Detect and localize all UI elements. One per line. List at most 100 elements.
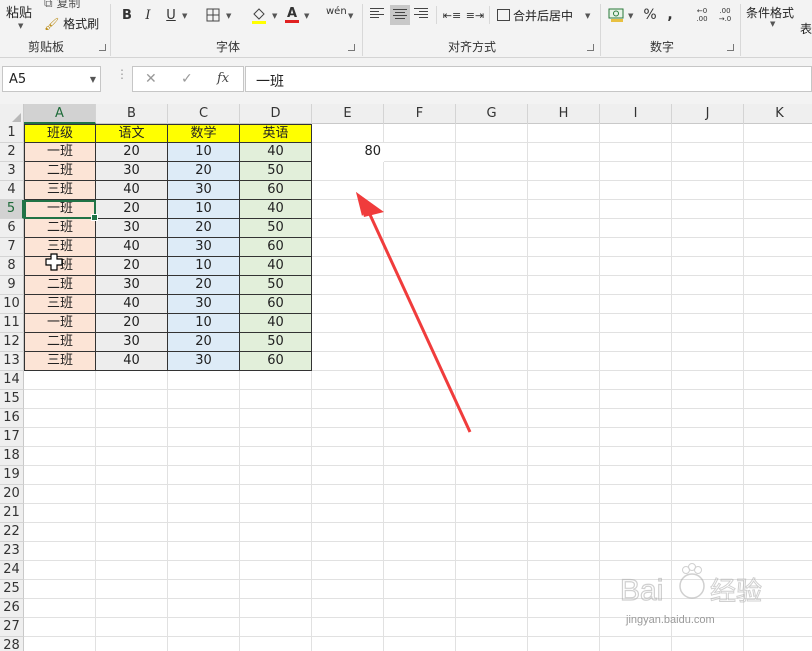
cell-e17[interactable] [312,428,384,447]
cell-i12[interactable] [600,333,672,352]
cell-d23[interactable] [240,542,312,561]
phonetic-dropdown-icon[interactable]: ▼ [348,12,353,20]
cell-j16[interactable] [672,409,744,428]
table-cell[interactable]: 40 [96,352,168,371]
table-cell[interactable]: 30 [96,219,168,238]
cell-e28[interactable] [312,637,384,651]
cell-j2[interactable] [672,143,744,162]
cell-g28[interactable] [456,637,528,651]
table-cell[interactable]: 10 [168,200,240,219]
cell-g4[interactable] [456,181,528,200]
cell-j1[interactable] [672,124,744,143]
cell-i18[interactable] [600,447,672,466]
table-cell[interactable]: 三班 [24,352,96,371]
cell-a22[interactable] [24,523,96,542]
cell-i19[interactable] [600,466,672,485]
cell-e18[interactable] [312,447,384,466]
cell-k14[interactable] [744,371,812,390]
underline-button[interactable]: U [164,6,178,24]
table-cell[interactable]: 20 [168,276,240,295]
cell-h27[interactable] [528,618,600,637]
cell-b28[interactable] [96,637,168,651]
cell-i4[interactable] [600,181,672,200]
table-cell[interactable]: 二班 [24,276,96,295]
cell-g19[interactable] [456,466,528,485]
cell-f19[interactable] [384,466,456,485]
row-header-9[interactable]: 9 [0,276,24,295]
table-cell[interactable]: 10 [168,314,240,333]
column-header-f[interactable]: F [384,104,456,124]
cell-k4[interactable] [744,181,812,200]
cell-c16[interactable] [168,409,240,428]
cell-i11[interactable] [600,314,672,333]
row-header-26[interactable]: 26 [0,599,24,618]
number-launcher-icon[interactable] [727,44,734,51]
cell-f24[interactable] [384,561,456,580]
table-header-d[interactable]: 英语 [240,124,312,143]
cell-k13[interactable] [744,352,812,371]
cell-e4[interactable] [312,181,384,200]
cell-c21[interactable] [168,504,240,523]
cell-b23[interactable] [96,542,168,561]
cell-a27[interactable] [24,618,96,637]
cell-a16[interactable] [24,409,96,428]
cell-j28[interactable] [672,637,744,651]
cell-b24[interactable] [96,561,168,580]
cell-h9[interactable] [528,276,600,295]
table-cell[interactable]: 三班 [24,181,96,200]
increase-indent-icon[interactable]: ≡⇥ [466,6,484,24]
cell-f5[interactable] [384,200,456,219]
cell-k19[interactable] [744,466,812,485]
cell-a23[interactable] [24,542,96,561]
cell-d16[interactable] [240,409,312,428]
cell-i1[interactable] [600,124,672,143]
table-cell[interactable]: 60 [240,238,312,257]
table-cell[interactable]: 40 [96,181,168,200]
table-cell[interactable]: 20 [96,257,168,276]
cell-f16[interactable] [384,409,456,428]
table-cell[interactable]: 50 [240,219,312,238]
table-cell[interactable]: 60 [240,181,312,200]
cell-f21[interactable] [384,504,456,523]
cell-e7[interactable] [312,238,384,257]
select-all-button[interactable] [0,104,24,124]
cell-e16[interactable] [312,409,384,428]
cell-h3[interactable] [528,162,600,181]
cell-e15[interactable] [312,390,384,409]
cell-f27[interactable] [384,618,456,637]
cell-f26[interactable] [384,599,456,618]
cell-e21[interactable] [312,504,384,523]
table-cell[interactable]: 30 [168,295,240,314]
cell-k2[interactable] [744,143,812,162]
cell-a20[interactable] [24,485,96,504]
cell-h25[interactable] [528,580,600,599]
fill-dropdown-icon[interactable]: ▼ [272,12,277,20]
cell-g26[interactable] [456,599,528,618]
table-cell[interactable]: 60 [240,295,312,314]
cell-b27[interactable] [96,618,168,637]
name-box[interactable]: A5 ▼ [2,66,101,92]
cell-f17[interactable] [384,428,456,447]
cell-i17[interactable] [600,428,672,447]
row-header-4[interactable]: 4 [0,181,24,200]
decrease-decimal-icon[interactable]: .00 →.0 [716,6,734,24]
cell-e5[interactable] [312,200,384,219]
cell-f11[interactable] [384,314,456,333]
cell-b26[interactable] [96,599,168,618]
cell-d14[interactable] [240,371,312,390]
format-painter-button[interactable]: 🖌 格式刷 [44,15,99,32]
cell-g25[interactable] [456,580,528,599]
cell-k1[interactable] [744,124,812,143]
cell-c26[interactable] [168,599,240,618]
cell-i13[interactable] [600,352,672,371]
cell-e1[interactable] [312,124,384,143]
cell-i21[interactable] [600,504,672,523]
font-color-dropdown-icon[interactable]: ▼ [304,12,309,20]
underline-dropdown-icon[interactable]: ▼ [182,12,187,20]
table-header-b[interactable]: 语文 [96,124,168,143]
row-header-20[interactable]: 20 [0,485,24,504]
cell-k8[interactable] [744,257,812,276]
cell-e11[interactable] [312,314,384,333]
cell-e23[interactable] [312,542,384,561]
cell-d18[interactable] [240,447,312,466]
